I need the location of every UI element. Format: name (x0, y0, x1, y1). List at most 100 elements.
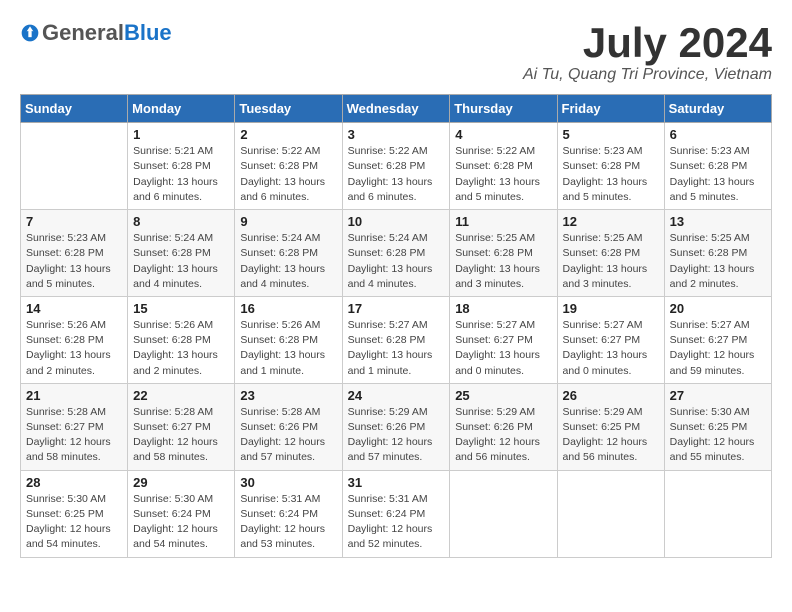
day-number: 29 (133, 475, 229, 490)
day-info: Sunrise: 5:31 AM Sunset: 6:24 PM Dayligh… (240, 492, 336, 553)
calendar-cell: 27Sunrise: 5:30 AM Sunset: 6:25 PM Dayli… (664, 383, 771, 470)
day-number: 9 (240, 214, 336, 229)
day-number: 16 (240, 301, 336, 316)
day-number: 28 (26, 475, 122, 490)
calendar-week-3: 14 Sunrise: 5:26 AM Sunset: 6:28 PM Dayli… (21, 296, 772, 383)
calendar-cell: 22 Sunrise: 5:28 AM Sunset: 6:27 PM Dayli… (128, 383, 235, 470)
day-number: 13 (670, 214, 766, 229)
title-area: July 2024 Ai Tu, Quang Tri Province, Vie… (523, 20, 772, 84)
day-info: Sunrise: 5:28 AM Sunset: 6:27 PM Dayligh… (133, 405, 229, 466)
calendar-week-1: 1 Sunrise: 5:21 AM Sunset: 6:28 PM Daylig… (21, 123, 772, 210)
day-number: 22 (133, 388, 229, 403)
day-number: 12 (563, 214, 659, 229)
day-number: 23 (240, 388, 336, 403)
day-number: 14 (26, 301, 122, 316)
calendar-cell: 12Sunrise: 5:25 AM Sunset: 6:28 PM Dayli… (557, 210, 664, 297)
calendar-cell: 1 Sunrise: 5:21 AM Sunset: 6:28 PM Daylig… (128, 123, 235, 210)
day-header-monday: Monday (128, 95, 235, 123)
day-number: 15 (133, 301, 229, 316)
calendar-header: SundayMondayTuesdayWednesdayThursdayFrid… (21, 95, 772, 123)
day-info: Sunrise: 5:22 AM Sunset: 6:28 PM Dayligh… (240, 144, 336, 205)
day-number: 30 (240, 475, 336, 490)
calendar-cell: 26 Sunrise: 5:29 AM Sunset: 6:25 PM Dayli… (557, 383, 664, 470)
calendar-cell: 13 Sunrise: 5:25 AM Sunset: 6:28 PM Dayli… (664, 210, 771, 297)
day-number: 25 (455, 388, 551, 403)
day-info: Sunrise: 5:27 AM Sunset: 6:27 PM Dayligh… (455, 318, 551, 379)
calendar-cell: 2Sunrise: 5:22 AM Sunset: 6:28 PM Daylig… (235, 123, 342, 210)
day-number: 18 (455, 301, 551, 316)
calendar-cell: 11 Sunrise: 5:25 AM Sunset: 6:28 PM Dayli… (450, 210, 557, 297)
calendar-week-2: 7 Sunrise: 5:23 AM Sunset: 6:28 PM Daylig… (21, 210, 772, 297)
day-number: 11 (455, 214, 551, 229)
calendar-cell: 6Sunrise: 5:23 AM Sunset: 6:28 PM Daylig… (664, 123, 771, 210)
day-number: 27 (670, 388, 766, 403)
day-info: Sunrise: 5:25 AM Sunset: 6:28 PM Dayligh… (455, 231, 551, 292)
calendar-cell: 21 Sunrise: 5:28 AM Sunset: 6:27 PM Dayli… (21, 383, 128, 470)
calendar-cell: 10 Sunrise: 5:24 AM Sunset: 6:28 PM Dayli… (342, 210, 450, 297)
day-info: Sunrise: 5:28 AM Sunset: 6:26 PM Dayligh… (240, 405, 336, 466)
day-info: Sunrise: 5:23 AM Sunset: 6:28 PM Dayligh… (26, 231, 122, 292)
calendar-cell: 31Sunrise: 5:31 AM Sunset: 6:24 PM Dayli… (342, 470, 450, 557)
day-number: 3 (348, 127, 445, 142)
calendar-cell: 20 Sunrise: 5:27 AM Sunset: 6:27 PM Dayli… (664, 296, 771, 383)
logo: General Blue (20, 20, 172, 46)
calendar-table: SundayMondayTuesdayWednesdayThursdayFrid… (20, 94, 772, 557)
day-number: 26 (563, 388, 659, 403)
calendar-cell: 9 Sunrise: 5:24 AM Sunset: 6:28 PM Daylig… (235, 210, 342, 297)
calendar-cell: 30 Sunrise: 5:31 AM Sunset: 6:24 PM Dayli… (235, 470, 342, 557)
location-text: Ai Tu, Quang Tri Province, Vietnam (523, 66, 772, 84)
day-number: 7 (26, 214, 122, 229)
day-info: Sunrise: 5:25 AM Sunset: 6:28 PM Dayligh… (670, 231, 766, 292)
logo-blue-text: Blue (124, 20, 172, 46)
calendar-cell: 17 Sunrise: 5:27 AM Sunset: 6:28 PM Dayli… (342, 296, 450, 383)
calendar-cell: 18 Sunrise: 5:27 AM Sunset: 6:27 PM Dayli… (450, 296, 557, 383)
calendar-cell: 8Sunrise: 5:24 AM Sunset: 6:28 PM Daylig… (128, 210, 235, 297)
day-number: 21 (26, 388, 122, 403)
day-info: Sunrise: 5:27 AM Sunset: 6:27 PM Dayligh… (563, 318, 659, 379)
day-number: 5 (563, 127, 659, 142)
day-info: Sunrise: 5:23 AM Sunset: 6:28 PM Dayligh… (670, 144, 766, 205)
calendar-cell: 16Sunrise: 5:26 AM Sunset: 6:28 PM Dayli… (235, 296, 342, 383)
day-number: 31 (348, 475, 445, 490)
day-info: Sunrise: 5:30 AM Sunset: 6:25 PM Dayligh… (26, 492, 122, 553)
day-info: Sunrise: 5:26 AM Sunset: 6:28 PM Dayligh… (26, 318, 122, 379)
day-info: Sunrise: 5:21 AM Sunset: 6:28 PM Dayligh… (133, 144, 229, 205)
day-info: Sunrise: 5:24 AM Sunset: 6:28 PM Dayligh… (133, 231, 229, 292)
day-info: Sunrise: 5:29 AM Sunset: 6:26 PM Dayligh… (455, 405, 551, 466)
calendar-cell: 23 Sunrise: 5:28 AM Sunset: 6:26 PM Dayli… (235, 383, 342, 470)
calendar-cell: 29 Sunrise: 5:30 AM Sunset: 6:24 PM Dayli… (128, 470, 235, 557)
day-number: 4 (455, 127, 551, 142)
calendar-week-5: 28 Sunrise: 5:30 AM Sunset: 6:25 PM Dayli… (21, 470, 772, 557)
day-info: Sunrise: 5:24 AM Sunset: 6:28 PM Dayligh… (348, 231, 445, 292)
day-info: Sunrise: 5:24 AM Sunset: 6:28 PM Dayligh… (240, 231, 336, 292)
logo-icon (20, 23, 40, 43)
month-title: July 2024 (523, 20, 772, 66)
calendar-week-4: 21 Sunrise: 5:28 AM Sunset: 6:27 PM Dayli… (21, 383, 772, 470)
day-number: 10 (348, 214, 445, 229)
days-header-row: SundayMondayTuesdayWednesdayThursdayFrid… (21, 95, 772, 123)
day-info: Sunrise: 5:28 AM Sunset: 6:27 PM Dayligh… (26, 405, 122, 466)
day-number: 24 (348, 388, 445, 403)
day-number: 20 (670, 301, 766, 316)
logo-general-text: General (42, 20, 124, 46)
day-info: Sunrise: 5:30 AM Sunset: 6:24 PM Dayligh… (133, 492, 229, 553)
day-header-saturday: Saturday (664, 95, 771, 123)
day-info: Sunrise: 5:27 AM Sunset: 6:28 PM Dayligh… (348, 318, 445, 379)
calendar-cell (664, 470, 771, 557)
day-info: Sunrise: 5:22 AM Sunset: 6:28 PM Dayligh… (348, 144, 445, 205)
calendar-cell: 3 Sunrise: 5:22 AM Sunset: 6:28 PM Daylig… (342, 123, 450, 210)
calendar-cell: 19Sunrise: 5:27 AM Sunset: 6:27 PM Dayli… (557, 296, 664, 383)
day-info: Sunrise: 5:27 AM Sunset: 6:27 PM Dayligh… (670, 318, 766, 379)
calendar-cell (21, 123, 128, 210)
calendar-cell: 14 Sunrise: 5:26 AM Sunset: 6:28 PM Dayli… (21, 296, 128, 383)
day-number: 1 (133, 127, 229, 142)
calendar-cell: 4Sunrise: 5:22 AM Sunset: 6:28 PM Daylig… (450, 123, 557, 210)
calendar-cell (557, 470, 664, 557)
calendar-cell: 24Sunrise: 5:29 AM Sunset: 6:26 PM Dayli… (342, 383, 450, 470)
day-number: 17 (348, 301, 445, 316)
day-header-tuesday: Tuesday (235, 95, 342, 123)
calendar-body: 1 Sunrise: 5:21 AM Sunset: 6:28 PM Daylig… (21, 123, 772, 557)
day-info: Sunrise: 5:29 AM Sunset: 6:25 PM Dayligh… (563, 405, 659, 466)
day-header-thursday: Thursday (450, 95, 557, 123)
calendar-cell: 5Sunrise: 5:23 AM Sunset: 6:28 PM Daylig… (557, 123, 664, 210)
